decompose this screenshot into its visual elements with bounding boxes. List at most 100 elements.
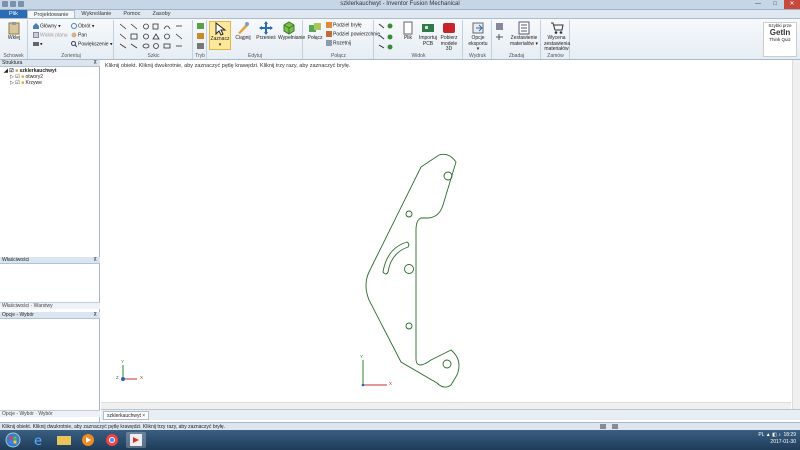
clock-date: 2017-01-30 xyxy=(770,439,796,445)
language-indicator[interactable]: PL xyxy=(758,432,764,438)
camera-icon xyxy=(33,42,39,46)
bom-icon xyxy=(518,21,530,35)
options-panel-header: Opcje - Wybór ⊼ xyxy=(0,312,100,319)
split-body-icon xyxy=(326,22,332,28)
sketch-tools[interactable] xyxy=(119,22,191,50)
status-icon-2[interactable] xyxy=(612,424,618,429)
document-tabs: szklerkauchwyt × xyxy=(101,409,800,420)
split-body-button[interactable]: Podziel bryłę xyxy=(326,22,362,28)
tab-file[interactable]: Plik xyxy=(0,10,27,18)
home-icon xyxy=(33,23,39,29)
tab-design[interactable]: Projektowanie xyxy=(26,10,76,18)
hole-top[interactable] xyxy=(443,171,453,181)
maximize-button[interactable]: □ xyxy=(767,0,783,9)
move-button[interactable]: Przenieś xyxy=(255,21,277,42)
vertical-scrollbar[interactable] xyxy=(792,60,800,409)
hole-middle[interactable] xyxy=(404,264,414,274)
start-orb-icon[interactable] xyxy=(4,432,22,448)
split-face-button[interactable]: Podziel powierzchnię xyxy=(326,31,380,37)
export-options-button[interactable]: Opcje eksportu ▾ xyxy=(467,21,489,53)
tab-resources[interactable]: Zasoby xyxy=(146,10,176,18)
group-zbadaj: Zestawienie materiałów ▾ Zbadaj xyxy=(493,20,541,59)
pan-button[interactable]: Pan xyxy=(71,32,87,38)
measure-tools[interactable] xyxy=(496,23,504,47)
group-schowek: Wklej Schowek xyxy=(0,20,28,59)
export-icon xyxy=(472,22,484,34)
pin-icon[interactable]: ⊼ xyxy=(93,257,97,264)
close-button[interactable]: ✕ xyxy=(784,0,800,9)
group-wydruk: Opcje eksportu ▾ Wydruk xyxy=(464,20,492,59)
hole-bottom[interactable] xyxy=(442,359,452,369)
tab-drawing[interactable]: Wykreślanie xyxy=(75,10,117,18)
cut-button[interactable]: Rozetnij xyxy=(326,40,351,46)
paste-button[interactable]: Wklej xyxy=(3,21,25,42)
internet-explorer-icon[interactable]: e xyxy=(30,432,50,448)
structure-panel-header: Struktura ⊼ xyxy=(0,60,100,67)
part-sketch[interactable] xyxy=(101,60,791,409)
select-button[interactable]: Zaznacz ▾ xyxy=(209,21,231,50)
tree-item-krzywe[interactable]: ▷ ☑ ■ Krzywe xyxy=(10,80,42,86)
options-footer-tabs[interactable]: Opcje - Wybór · Wybór xyxy=(0,410,100,417)
horizontal-scrollbar[interactable] xyxy=(101,402,791,409)
file-explorer-icon[interactable] xyxy=(54,432,74,448)
properties-footer-tabs[interactable]: Właściwości · Warstwy xyxy=(0,302,100,309)
join-icon xyxy=(309,23,321,32)
pin-icon[interactable]: ⊼ xyxy=(93,60,97,67)
fill-button[interactable]: Wypełnianie xyxy=(278,21,305,42)
minimize-button[interactable]: — xyxy=(750,0,766,9)
axis-y-label: Y xyxy=(121,359,125,364)
download-3d-button[interactable]: Pobierz modele 3D xyxy=(438,21,460,53)
fill-cube-icon xyxy=(283,21,295,35)
system-tray[interactable]: PL ▲ ◧ ♪ 18:29 2017-01-30 xyxy=(758,432,796,446)
group-label: Widok xyxy=(411,53,426,59)
quote-bom-button[interactable]: Wycena zestawienia materiałów xyxy=(544,21,570,53)
chrome-icon[interactable] xyxy=(102,432,122,448)
zoom-button[interactable]: Powiększenie ▾ xyxy=(71,41,112,47)
folder-icon: ■ xyxy=(21,80,25,86)
group-label: Schowek xyxy=(3,53,24,59)
drag-button[interactable]: Ciągnij xyxy=(232,21,254,42)
group-zamow: Wycena zestawienia materiałów Zamów xyxy=(542,20,570,59)
view-plane-button[interactable]: Widok planu xyxy=(33,32,68,38)
group-szkic: Szkic xyxy=(115,20,193,59)
main-view-button[interactable]: Główny ▾ xyxy=(33,23,61,29)
inspect-tools[interactable] xyxy=(378,22,394,50)
part-outline[interactable] xyxy=(365,153,460,388)
drawing-canvas[interactable]: Kliknij obiekt. Kliknij dwukrotnie, aby … xyxy=(101,60,791,409)
media-player-icon[interactable] xyxy=(78,432,98,448)
group-polacz: Połącz Podziel bryłę Podziel powierzchni… xyxy=(304,20,380,59)
title-bar: szklerkauchwyt - Inventor Fusion Mechani… xyxy=(0,0,800,10)
file-button[interactable]: Plik xyxy=(397,21,419,42)
camera-button[interactable]: ▾ xyxy=(33,41,43,47)
hole-lower[interactable] xyxy=(405,322,413,330)
hole-upper[interactable] xyxy=(405,210,413,218)
file-icon xyxy=(403,21,413,35)
group-zorientuj: Główny ▾ Obrót ▾ Widok planu Pan ▾ Powię… xyxy=(29,20,114,59)
move-icon xyxy=(259,21,273,35)
orbit-button[interactable]: Obrót ▾ xyxy=(71,23,94,29)
tab-help[interactable]: Pomoc xyxy=(117,10,146,18)
status-icon-1[interactable] xyxy=(600,424,606,429)
axis-x-label: X xyxy=(140,375,144,380)
cursor-icon xyxy=(215,22,227,36)
group-label: Wydruk xyxy=(469,53,486,59)
plane-icon xyxy=(33,32,39,38)
ribbon-tabs: Plik Projektowanie Wykreślanie Pomoc Zas… xyxy=(0,10,800,19)
mode-tools[interactable] xyxy=(196,22,205,50)
3d-models-icon xyxy=(443,23,455,33)
pin-icon[interactable]: ⊼ xyxy=(93,312,97,319)
quick-search-panel[interactable]: Szybki prze GetIn Think Quiz xyxy=(763,22,797,57)
axis-z-label: Z xyxy=(116,375,119,380)
fusion-app-icon[interactable] xyxy=(126,432,146,448)
doc-tab-szklerkauchwyt[interactable]: szklerkauchwyt × xyxy=(103,411,150,420)
windows-taskbar: e PL ▲ ◧ ♪ 18:29 2017-01-30 xyxy=(0,430,800,450)
zoom-icon xyxy=(71,41,77,47)
group-edytuj: Zaznacz ▾ Ciągnij Przenieś Wypełnianie E… xyxy=(208,20,305,59)
ribbon: Wklej Schowek Główny ▾ Obrót ▾ Widok pla… xyxy=(0,19,800,60)
window-title: szklerkauchwyt - Inventor Fusion Mechani… xyxy=(340,1,460,7)
import-pcb-button[interactable]: Importuj PCB xyxy=(417,21,439,47)
clipboard-icon xyxy=(8,22,20,35)
bom-button[interactable]: Zestawienie materiałów ▾ xyxy=(509,21,539,47)
world-axis-triad xyxy=(361,360,387,387)
join-button[interactable]: Połącz xyxy=(304,21,326,42)
